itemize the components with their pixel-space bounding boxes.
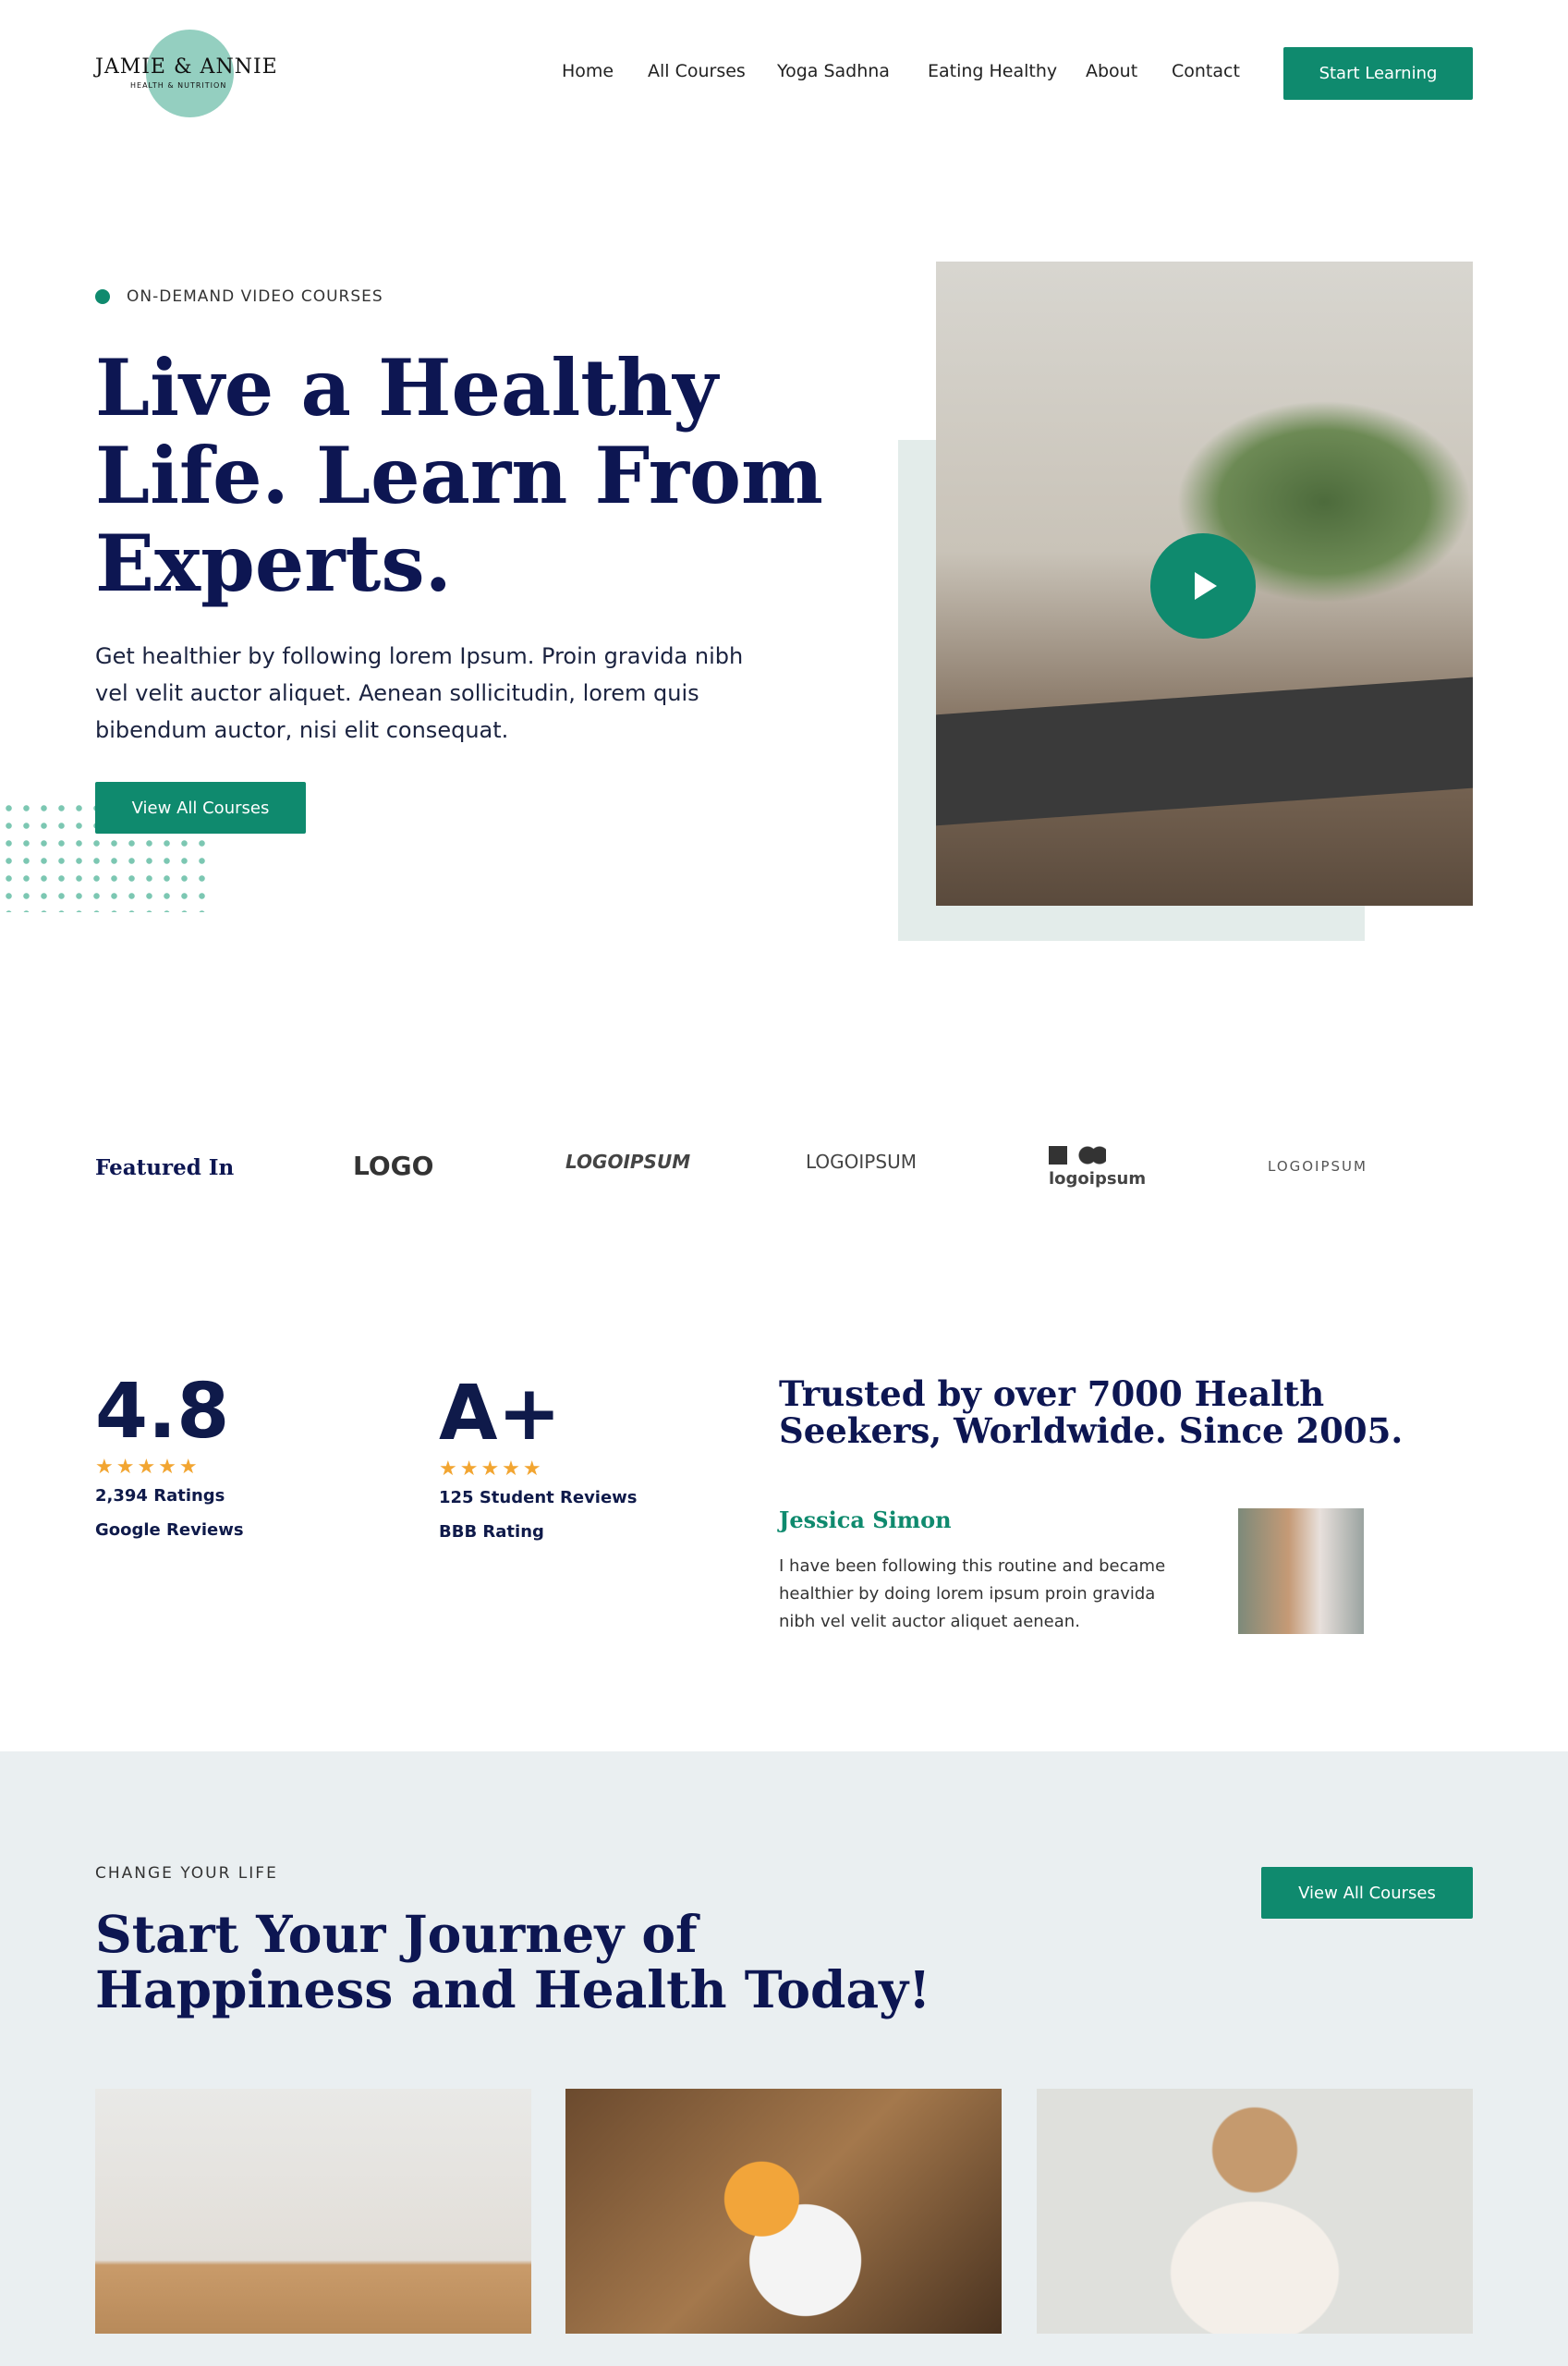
star-rating: ★★★★★ [95, 1456, 201, 1479]
play-button[interactable] [1150, 533, 1256, 639]
stat-line1: 125 Student Reviews [439, 1488, 638, 1507]
view-all-courses-button[interactable]: View All Courses [95, 782, 306, 834]
featured-logo-2: LOGOIPSUM [565, 1151, 691, 1173]
course-card-food[interactable] [565, 2089, 1002, 2334]
nav-all-courses[interactable]: All Courses [648, 61, 746, 81]
play-icon [1195, 572, 1217, 600]
star-rating: ★★★★★ [439, 1457, 544, 1481]
stat-line2: BBB Rating [439, 1522, 544, 1542]
logo-subtitle: HEALTH & NUTRITION [130, 81, 227, 90]
hero-video-image[interactable] [936, 262, 1473, 906]
featured-label: Featured In [95, 1155, 235, 1180]
testimonial-quote: I have been following this routine and b… [779, 1556, 1166, 1631]
nav-home[interactable]: Home [562, 61, 614, 81]
hero-title-line: Live a Healthy [95, 342, 718, 433]
nav-about[interactable]: About [1086, 61, 1137, 81]
nav-contact[interactable]: Contact [1172, 61, 1240, 81]
featured-logo-5: LOGOIPSUM [1268, 1158, 1367, 1175]
hero-title-line: Life. Learn From [95, 430, 823, 521]
logo[interactable]: JAMIE & ANNIE HEALTH & NUTRITION [95, 28, 289, 120]
stat-rating: 4.8 ★★★★★ 2,394 Ratings Google Reviews [95, 1368, 244, 1540]
nav-yoga-sadhna[interactable]: Yoga Sadhna [777, 61, 890, 81]
testimonial-avatar [1238, 1508, 1364, 1634]
hero-title-line: Experts. [95, 518, 452, 609]
hero-tag: ON-DEMAND VIDEO COURSES [127, 287, 383, 306]
featured-logo-3: LOGOIPSUM [806, 1151, 917, 1173]
featured-logo-1: LOGO [353, 1151, 434, 1181]
journey-title-line: Start Your Journey of [95, 1904, 698, 1964]
journey-title: Start Your Journey of Happiness and Heal… [95, 1907, 930, 2018]
course-card-yoga[interactable] [95, 2089, 531, 2334]
stat-bbb: A+ ★★★★★ 125 Student Reviews BBB Rating [439, 1370, 638, 1542]
stat-line1: 2,394 Ratings [95, 1486, 225, 1506]
yoga-mat [936, 677, 1473, 826]
stat-line2: Google Reviews [95, 1520, 244, 1540]
featured-logo-4: logoipsum [1049, 1169, 1147, 1189]
nav-eating-healthy[interactable]: Eating Healthy [928, 61, 1057, 81]
featured-logo-4-mark [1049, 1146, 1106, 1165]
trusted-heading: Trusted by over 7000 Health Seekers, Wor… [779, 1373, 1404, 1451]
hero-description: Get healthier by following lorem Ipsum. … [95, 643, 744, 743]
hero-tag-dot [95, 289, 110, 304]
hero-title: Live a Healthy Life. Learn From Experts. [95, 344, 823, 607]
testimonial-name: Jessica Simon [779, 1506, 952, 1533]
course-card-meditation[interactable] [1037, 2089, 1473, 2334]
journey-title-line: Happiness and Health Today! [95, 1959, 931, 2019]
journey-eyebrow: CHANGE YOUR LIFE [95, 1864, 278, 1883]
journey-view-all-button[interactable]: View All Courses [1261, 1867, 1473, 1919]
logo-title: JAMIE & ANNIE [95, 55, 278, 79]
stat-value: A+ [439, 1370, 562, 1457]
start-learning-button[interactable]: Start Learning [1283, 47, 1473, 100]
stat-value: 4.8 [95, 1368, 230, 1456]
